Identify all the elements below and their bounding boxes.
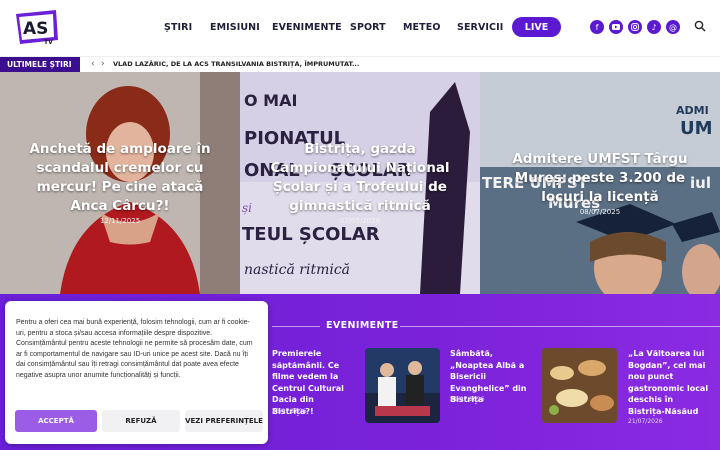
hero-3-bg-line-2: UM (680, 118, 713, 139)
event-image-3 (542, 348, 617, 423)
site-logo[interactable]: AS TV (14, 10, 60, 46)
instagram-icon[interactable] (628, 20, 642, 34)
nav-item-stiri[interactable]: ȘTIRI (164, 22, 192, 33)
nav-item-evenimente[interactable]: EVENIMENTE (272, 22, 342, 33)
breaking-next-button[interactable]: › (101, 59, 105, 69)
event-date-2: 21/07/2026 (450, 396, 485, 403)
threads-icon[interactable]: @ (666, 20, 680, 34)
event-title-3[interactable]: „La Văltoarea lui Bogdan”, cel mai nou p… (628, 348, 712, 417)
logo-text: AS (23, 19, 48, 39)
event-image-2 (365, 348, 440, 423)
hero-date-3: 08/07/2025 (579, 208, 621, 216)
events-divider-right (400, 326, 720, 327)
tiktok-icon[interactable]: ♪ (647, 20, 661, 34)
accept-button[interactable]: ACCEPTĂ (15, 410, 97, 432)
refuse-button[interactable]: REFUZĂ (102, 410, 180, 432)
hero-2-bg-line-5: și (242, 201, 252, 215)
nav-item-sport[interactable]: SPORT (350, 22, 386, 33)
cookie-text: Pentru a oferi cea mai bună experiență, … (16, 319, 253, 379)
preferences-button[interactable]: VEZI PREFERINȚELE (185, 410, 263, 432)
hero-2-bg-line-6: TEUL ȘCOLAR (242, 224, 380, 245)
hero-card-2[interactable]: O MAI PIONATUL ONAL ȘCOLAR și TEUL ȘCOLA… (240, 72, 480, 294)
hero-title-2[interactable]: Bistrița, gazda Campionatului Național Ș… (260, 140, 460, 216)
live-button[interactable]: LIVE (512, 17, 561, 37)
hero-title-3[interactable]: Admitere UMFST Târgu Mureș: peste 3.200 … (500, 150, 700, 207)
nav-item-meteo[interactable]: METEO (403, 22, 441, 33)
event-thumb-2[interactable] (365, 348, 440, 423)
events-divider-left (272, 326, 320, 327)
nav-item-servicii[interactable]: SERVICII (457, 22, 503, 33)
hero-2-bg-line-7: nastică ritmică (244, 262, 350, 278)
youtube-icon[interactable] (609, 20, 623, 34)
hero-date-2: 07/05/2026 (339, 217, 381, 225)
breaking-prev-button[interactable]: ‹ (91, 59, 95, 69)
search-icon[interactable] (694, 20, 706, 32)
hero-date-1: 12/11/2025 (99, 217, 141, 225)
breaking-news-bar: ULTIMELE ȘTIRI ‹ › VLAD LAZĂRIC, DE LA A… (0, 56, 720, 72)
hero-card-1[interactable]: Anchetă de amploare în scandalul cremelo… (0, 72, 240, 294)
event-title-1[interactable]: Premierele săptămânii. Ce filme vedem la… (272, 348, 356, 417)
hero-card-3[interactable]: ADMI UM TERE UMFST Mureș iul Admitere UM… (480, 72, 720, 294)
nav-item-emisiuni[interactable]: EMISIUNI (210, 22, 260, 33)
cookie-consent-banner: Pentru a oferi cea mai bună experiență, … (5, 301, 268, 444)
event-thumb-3[interactable] (542, 348, 617, 423)
breaking-headline[interactable]: VLAD LAZĂRIC, DE LA ACS TRANSILVANIA BIS… (113, 60, 359, 68)
hero-3-bg-line-1: ADMI (676, 104, 709, 117)
facebook-icon[interactable]: f (590, 20, 604, 34)
event-date-3: 21/07/2026 (628, 418, 663, 425)
hero-title-1[interactable]: Anchetă de amploare în scandalul cremelo… (20, 140, 220, 216)
events-title: EVENIMENTE (326, 320, 399, 331)
logo-sub: TV (44, 39, 53, 46)
site-header: AS TV ȘTIRI EMISIUNI EVENIMENTE SPORT ME… (0, 0, 720, 56)
event-date-1: 23/07/2026 (272, 408, 307, 415)
breaking-label: ULTIMELE ȘTIRI (0, 57, 80, 72)
hero-2-bg-line-1: O MAI (244, 91, 297, 110)
